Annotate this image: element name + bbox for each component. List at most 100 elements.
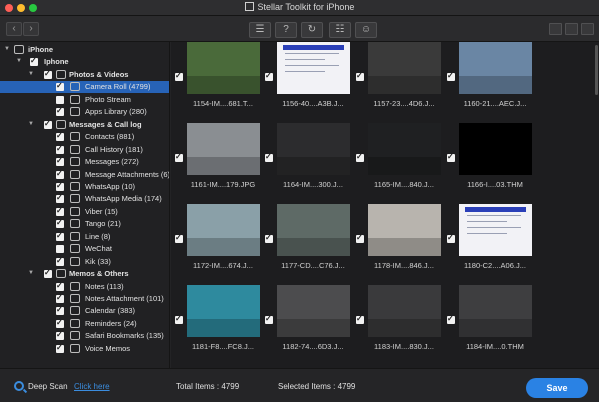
item-checkbox[interactable] xyxy=(356,71,364,81)
thumbnail-image[interactable] xyxy=(368,204,441,256)
grid-item[interactable]: 1165-IM....840.J... xyxy=(352,123,442,205)
grid-item[interactable]: 1180-C2....A06.J... xyxy=(443,204,533,286)
vertical-scrollbar[interactable] xyxy=(595,45,598,95)
thumbnail-image[interactable] xyxy=(277,204,350,256)
sidebar-item-voice-memos[interactable]: Voice Memos xyxy=(0,343,169,355)
item-checkbox[interactable] xyxy=(356,233,364,243)
expand-triangle-icon[interactable]: ▼ xyxy=(28,121,34,127)
sidebar-item-whatsapp-10[interactable]: WhatsApp (10) xyxy=(0,181,169,193)
checkbox[interactable] xyxy=(56,81,64,92)
item-checkbox[interactable] xyxy=(175,71,183,81)
sidebar-item-viber-15[interactable]: Viber (15) xyxy=(0,206,169,218)
sidebar-item-memos-others[interactable]: ▼ Memos & Others xyxy=(0,268,169,280)
item-checkbox[interactable] xyxy=(175,233,183,243)
checkbox[interactable] xyxy=(56,206,64,216)
expand-triangle-icon[interactable]: ▼ xyxy=(28,71,34,77)
checkbox[interactable] xyxy=(44,268,52,279)
thumbnail-image[interactable] xyxy=(459,285,532,337)
checkbox[interactable] xyxy=(56,144,64,154)
sidebar-item-notes-113[interactable]: Notes (113) xyxy=(0,281,169,293)
grid-view-button[interactable] xyxy=(549,23,562,35)
cover-view-button[interactable] xyxy=(581,23,594,35)
sidebar-item-photo-stream[interactable]: Photo Stream xyxy=(0,94,169,106)
account-button[interactable]: ☺ xyxy=(355,22,377,38)
thumbnail-image[interactable] xyxy=(187,42,260,94)
grid-item[interactable]: 1184-IM....0.THM xyxy=(443,285,533,367)
help-button[interactable]: ? xyxy=(275,22,297,38)
sidebar-item-whatsapp-media-174[interactable]: WhatsApp Media (174) xyxy=(0,193,169,205)
expand-triangle-icon[interactable]: ▼ xyxy=(28,270,34,276)
item-checkbox[interactable] xyxy=(356,314,364,324)
sidebar-item-kik-33[interactable]: Kik (33) xyxy=(0,256,169,268)
item-checkbox[interactable] xyxy=(447,314,455,324)
checkbox[interactable] xyxy=(56,218,64,229)
sidebar-item-iphone[interactable]: ▼ Iphone xyxy=(0,56,169,68)
sidebar-item-camera-roll-4799[interactable]: Camera Roll (4799) xyxy=(0,81,169,94)
scan-button[interactable]: ☰ xyxy=(249,22,271,38)
sidebar-item-line-8[interactable]: Line (8) xyxy=(0,231,169,243)
thumbnail-image[interactable] xyxy=(368,123,441,175)
grid-item[interactable]: 1183-IM....830.J... xyxy=(352,285,442,367)
checkbox[interactable] xyxy=(56,131,64,142)
item-checkbox[interactable] xyxy=(175,152,183,162)
item-checkbox[interactable] xyxy=(447,152,455,162)
grid-item[interactable]: 1166-I....03.THM xyxy=(443,123,533,205)
checkbox[interactable] xyxy=(56,95,64,104)
grid-item[interactable]: 1157-23....4D6.J... xyxy=(352,42,442,124)
checkbox[interactable] xyxy=(56,318,64,328)
expand-triangle-icon[interactable]: ▼ xyxy=(16,58,22,64)
thumbnail-image[interactable] xyxy=(187,204,260,256)
sidebar-item-safari-bookmarks-135[interactable]: Safari Bookmarks (135) xyxy=(0,330,169,342)
back-button[interactable]: ‹ xyxy=(6,22,22,36)
list-view-button[interactable] xyxy=(565,23,578,35)
grid-item[interactable]: 1172-IM....674.J... xyxy=(171,204,261,286)
deep-scan-link[interactable]: Click here xyxy=(74,382,110,391)
checkbox[interactable] xyxy=(56,281,64,291)
grid-item[interactable]: 1177-CD....C76.J... xyxy=(261,204,351,286)
grid-item[interactable]: 1156-40....A3B.J... xyxy=(261,42,351,124)
checkbox[interactable] xyxy=(56,245,64,254)
item-checkbox[interactable] xyxy=(265,314,273,324)
sidebar-item-message-attachments-6[interactable]: Message Attachments (6) xyxy=(0,169,169,181)
save-button[interactable]: Save xyxy=(526,378,588,398)
sidebar-item-notes-attachment-101[interactable]: Notes Attachment (101) xyxy=(0,293,169,305)
grid-item[interactable]: 1154-IM....681.T... xyxy=(171,42,261,124)
expand-triangle-icon[interactable]: ▼ xyxy=(4,46,10,52)
sidebar-item-iphone[interactable]: ▼ iPhone xyxy=(0,44,169,56)
sidebar-item-contacts-881[interactable]: Contacts (881) xyxy=(0,131,169,143)
grid-item[interactable]: 1182-74....6D3.J... xyxy=(261,285,351,367)
thumbnail-image[interactable] xyxy=(459,123,532,175)
cart-button[interactable]: ☷ xyxy=(329,22,351,38)
thumbnail-image[interactable] xyxy=(187,123,260,175)
forward-button[interactable]: › xyxy=(23,22,39,36)
item-checkbox[interactable] xyxy=(447,71,455,81)
checkbox[interactable] xyxy=(56,293,64,303)
sidebar-item-apps-library-280[interactable]: Apps Library (280) xyxy=(0,106,169,118)
thumbnail-image[interactable] xyxy=(459,42,532,94)
grid-item[interactable]: 1164-IM....300.J... xyxy=(261,123,351,205)
sidebar-item-wechat[interactable]: WeChat xyxy=(0,243,169,255)
thumbnail-image[interactable] xyxy=(368,285,441,337)
item-checkbox[interactable] xyxy=(175,314,183,324)
checkbox[interactable] xyxy=(56,231,64,241)
item-checkbox[interactable] xyxy=(356,152,364,162)
grid-item[interactable]: 1181-F8....FC8.J... xyxy=(171,285,261,367)
grid-item[interactable]: 1160-21....AEC.J... xyxy=(443,42,533,124)
checkbox[interactable] xyxy=(56,156,64,167)
thumbnail-image[interactable] xyxy=(277,285,350,337)
thumbnail-image[interactable] xyxy=(368,42,441,94)
sidebar-item-photos-videos[interactable]: ▼ Photos & Videos xyxy=(0,69,169,81)
sidebar-item-messages-call-log[interactable]: ▼ Messages & Call log xyxy=(0,119,169,131)
sidebar-item-tango-21[interactable]: Tango (21) xyxy=(0,218,169,230)
checkbox[interactable] xyxy=(56,343,64,353)
item-checkbox[interactable] xyxy=(265,152,273,162)
thumbnail-image[interactable] xyxy=(277,42,350,94)
grid-item[interactable]: 1178-IM....846.J... xyxy=(352,204,442,286)
refresh-button[interactable]: ↻ xyxy=(301,22,323,38)
thumbnail-image[interactable] xyxy=(187,285,260,337)
checkbox[interactable] xyxy=(56,181,64,191)
thumbnail-image[interactable] xyxy=(459,204,532,256)
grid-item[interactable]: 1161-IM....179.JPG xyxy=(171,123,261,205)
item-checkbox[interactable] xyxy=(265,71,273,81)
checkbox[interactable] xyxy=(56,169,64,179)
